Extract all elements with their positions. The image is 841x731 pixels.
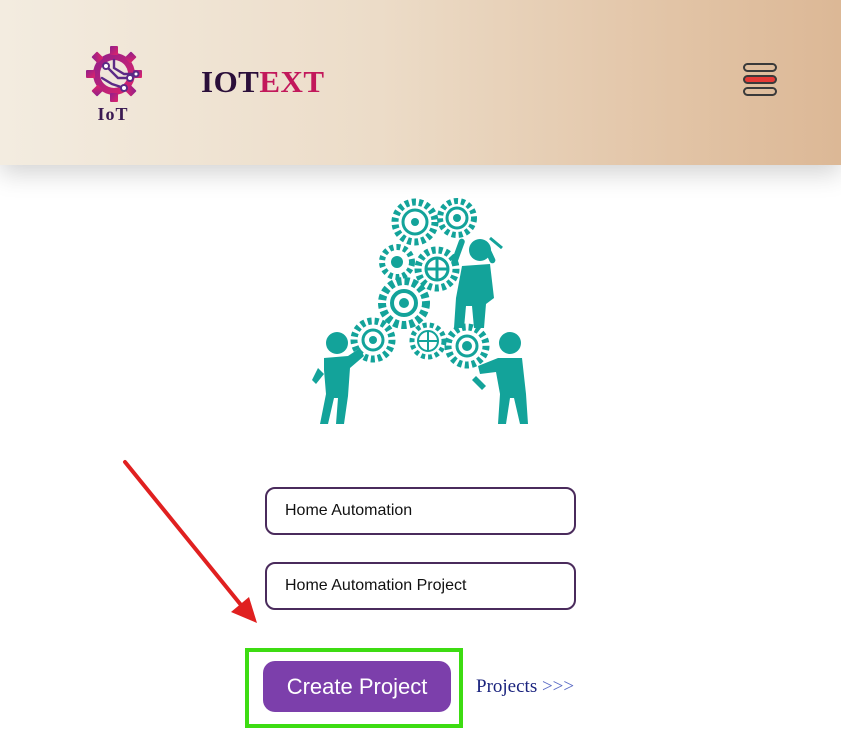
brand-part-2: EXT [259, 64, 325, 99]
project-description-input[interactable] [265, 562, 576, 610]
hamburger-menu-icon[interactable] [742, 63, 778, 99]
projects-link-arrows: >>> [541, 676, 575, 697]
annotation-arrow-icon [123, 460, 257, 623]
menu-line-top [743, 63, 777, 72]
brand-name[interactable]: IOTEXT [201, 64, 325, 100]
menu-line-middle [743, 75, 777, 84]
projects-link-label: Projects [476, 676, 538, 697]
site-header: IoT IOTEXT [0, 0, 841, 165]
menu-line-bottom [743, 87, 777, 96]
iot-logo[interactable]: IoT [80, 44, 146, 124]
logo-text: IoT [97, 104, 129, 124]
projects-link[interactable]: Projects >>> [476, 676, 574, 698]
project-name-input[interactable] [265, 487, 576, 535]
teamwork-gears-icon [312, 198, 528, 424]
brand-part-1: IOT [201, 64, 260, 99]
create-project-button[interactable]: Create Project [263, 661, 451, 712]
gear-circuit-icon [86, 46, 142, 102]
